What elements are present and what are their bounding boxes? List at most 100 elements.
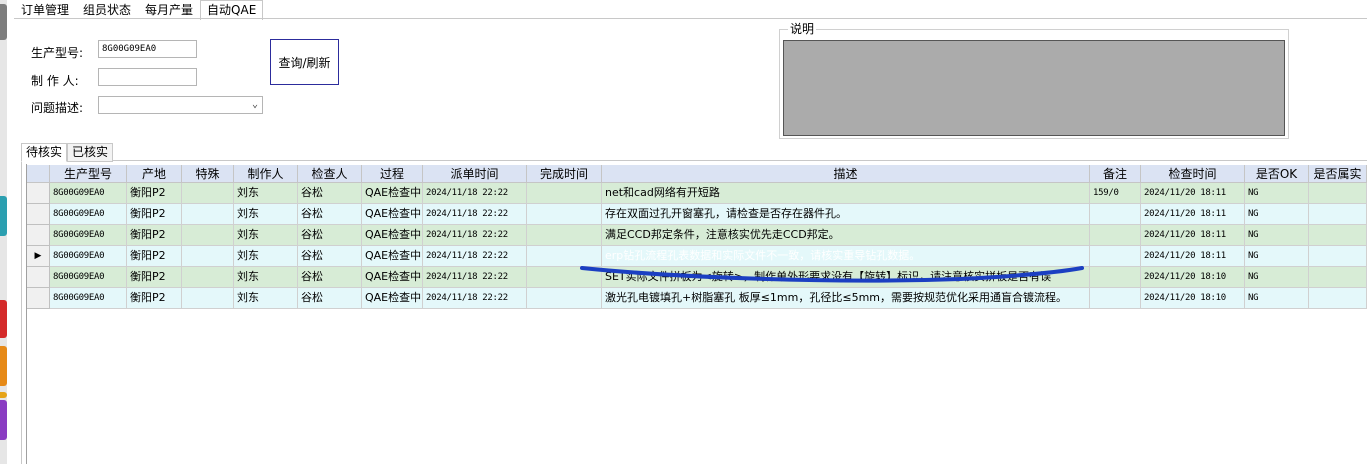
- cell-remark[interactable]: [1090, 288, 1141, 309]
- cell-remark[interactable]: [1090, 204, 1141, 225]
- cell-checker[interactable]: 谷松: [298, 204, 362, 225]
- cell-maker[interactable]: 刘东: [234, 183, 298, 204]
- model-input[interactable]: 8G00G09EA0: [98, 40, 197, 58]
- cell-place[interactable]: 衡阳P2: [127, 246, 182, 267]
- col-remark-header[interactable]: 备注: [1090, 165, 1141, 183]
- cell-remark[interactable]: 159/0: [1090, 183, 1141, 204]
- cell-check-time[interactable]: 2024/11/20 18:11: [1141, 225, 1245, 246]
- cell-dispatch-time[interactable]: 2024/11/18 22:22: [423, 183, 527, 204]
- col-model-header[interactable]: 生产型号: [50, 165, 127, 183]
- row-header[interactable]: [27, 204, 50, 225]
- cell-model[interactable]: 8G00G09EA0: [50, 183, 127, 204]
- cell-place[interactable]: 衡阳P2: [127, 267, 182, 288]
- cell-place[interactable]: 衡阳P2: [127, 225, 182, 246]
- cell-maker[interactable]: 刘东: [234, 225, 298, 246]
- cell-place[interactable]: 衡阳P2: [127, 183, 182, 204]
- col-dispatch-time-header[interactable]: 派单时间: [423, 165, 527, 183]
- cell-ok[interactable]: NG: [1245, 204, 1309, 225]
- cell-dispatch-time[interactable]: 2024/11/18 22:22: [423, 288, 527, 309]
- col-checker-header[interactable]: 检查人: [298, 165, 362, 183]
- tab-auto-qae[interactable]: 自动QAE: [200, 0, 264, 20]
- cell-verified[interactable]: [1309, 183, 1367, 204]
- cell-ok[interactable]: NG: [1245, 267, 1309, 288]
- cell-remark[interactable]: [1090, 267, 1141, 288]
- col-maker-header[interactable]: 制作人: [234, 165, 298, 183]
- cell-description[interactable]: 激光孔电镀填孔+树脂塞孔 板厚≤1mm，孔径比≤5mm，需要按规范优化采用通盲合…: [602, 288, 1090, 309]
- cell-model[interactable]: 8G00G09EA0: [50, 246, 127, 267]
- cell-description[interactable]: net和cad网络有开短路: [602, 183, 1090, 204]
- cell-process[interactable]: QAE检查中: [362, 183, 423, 204]
- cell-maker[interactable]: 刘东: [234, 267, 298, 288]
- row-header[interactable]: [27, 225, 50, 246]
- cell-dispatch-time[interactable]: 2024/11/18 22:22: [423, 225, 527, 246]
- cell-model[interactable]: 8G00G09EA0: [50, 267, 127, 288]
- cell-special[interactable]: [182, 183, 234, 204]
- cell-place[interactable]: 衡阳P2: [127, 288, 182, 309]
- cell-model[interactable]: 8G00G09EA0: [50, 225, 127, 246]
- cell-special[interactable]: [182, 225, 234, 246]
- cell-process[interactable]: QAE检查中: [362, 225, 423, 246]
- issue-select[interactable]: ⌄: [98, 96, 263, 114]
- cell-done-time[interactable]: [527, 246, 602, 267]
- cell-verified[interactable]: [1309, 246, 1367, 267]
- cell-ok[interactable]: NG: [1245, 288, 1309, 309]
- cell-special[interactable]: [182, 246, 234, 267]
- cell-process[interactable]: QAE检查中: [362, 246, 423, 267]
- cell-check-time[interactable]: 2024/11/20 18:11: [1141, 204, 1245, 225]
- cell-checker[interactable]: 谷松: [298, 246, 362, 267]
- cell-check-time[interactable]: 2024/11/20 18:11: [1141, 246, 1245, 267]
- row-header[interactable]: [27, 267, 50, 288]
- cell-place[interactable]: 衡阳P2: [127, 204, 182, 225]
- cell-dispatch-time[interactable]: 2024/11/18 22:22: [423, 267, 527, 288]
- cell-verified[interactable]: [1309, 225, 1367, 246]
- col-done-time-header[interactable]: 完成时间: [527, 165, 602, 183]
- col-process-header[interactable]: 过程: [362, 165, 423, 183]
- cell-process[interactable]: QAE检查中: [362, 267, 423, 288]
- cell-process[interactable]: QAE检查中: [362, 204, 423, 225]
- col-check-time-header[interactable]: 检查时间: [1141, 165, 1245, 183]
- cell-verified[interactable]: [1309, 204, 1367, 225]
- cell-done-time[interactable]: [527, 267, 602, 288]
- cell-description[interactable]: SET实际文件拼板为<旋转>，制作单外形要求没有【旋转】标识，请注意核实拼板是否…: [602, 267, 1090, 288]
- cell-verified[interactable]: [1309, 267, 1367, 288]
- cell-check-time[interactable]: 2024/11/20 18:11: [1141, 183, 1245, 204]
- cell-ok[interactable]: NG: [1245, 246, 1309, 267]
- tab-pending-verify[interactable]: 待核实: [21, 143, 68, 162]
- cell-process[interactable]: QAE检查中: [362, 288, 423, 309]
- row-header[interactable]: ▶: [27, 246, 50, 267]
- tab-verified[interactable]: 已核实: [67, 143, 114, 162]
- col-description-header[interactable]: 描述: [602, 165, 1090, 183]
- col-verified-header[interactable]: 是否属实: [1309, 165, 1367, 183]
- cell-check-time[interactable]: 2024/11/20 18:10: [1141, 288, 1245, 309]
- cell-done-time[interactable]: [527, 225, 602, 246]
- cell-done-time[interactable]: [527, 183, 602, 204]
- cell-maker[interactable]: 刘东: [234, 288, 298, 309]
- cell-ok[interactable]: NG: [1245, 225, 1309, 246]
- cell-model[interactable]: 8G00G09EA0: [50, 204, 127, 225]
- cell-maker[interactable]: 刘东: [234, 246, 298, 267]
- row-header[interactable]: [27, 183, 50, 204]
- cell-description[interactable]: erp钻孔流程孔表数据和实际文件不一致，请核实重导钻孔数据。: [602, 246, 1090, 267]
- cell-checker[interactable]: 谷松: [298, 288, 362, 309]
- cell-special[interactable]: [182, 204, 234, 225]
- cell-done-time[interactable]: [527, 204, 602, 225]
- cell-special[interactable]: [182, 288, 234, 309]
- cell-dispatch-time[interactable]: 2024/11/18 22:22: [423, 204, 527, 225]
- cell-description[interactable]: 存在双面过孔开窗塞孔，请检查是否存在器件孔。: [602, 204, 1090, 225]
- cell-maker[interactable]: 刘东: [234, 204, 298, 225]
- cell-checker[interactable]: 谷松: [298, 267, 362, 288]
- cell-remark[interactable]: [1090, 225, 1141, 246]
- row-header[interactable]: [27, 288, 50, 309]
- cell-remark[interactable]: [1090, 246, 1141, 267]
- col-place-header[interactable]: 产地: [127, 165, 182, 183]
- cell-model[interactable]: 8G00G09EA0: [50, 288, 127, 309]
- maker-input[interactable]: [98, 68, 197, 86]
- col-ok-header[interactable]: 是否OK: [1245, 165, 1309, 183]
- cell-dispatch-time[interactable]: 2024/11/18 22:22: [423, 246, 527, 267]
- query-refresh-button[interactable]: 查询/刷新: [270, 39, 339, 85]
- cell-ok[interactable]: NG: [1245, 183, 1309, 204]
- cell-special[interactable]: [182, 267, 234, 288]
- cell-checker[interactable]: 谷松: [298, 225, 362, 246]
- col-special-header[interactable]: 特殊: [182, 165, 234, 183]
- cell-check-time[interactable]: 2024/11/20 18:10: [1141, 267, 1245, 288]
